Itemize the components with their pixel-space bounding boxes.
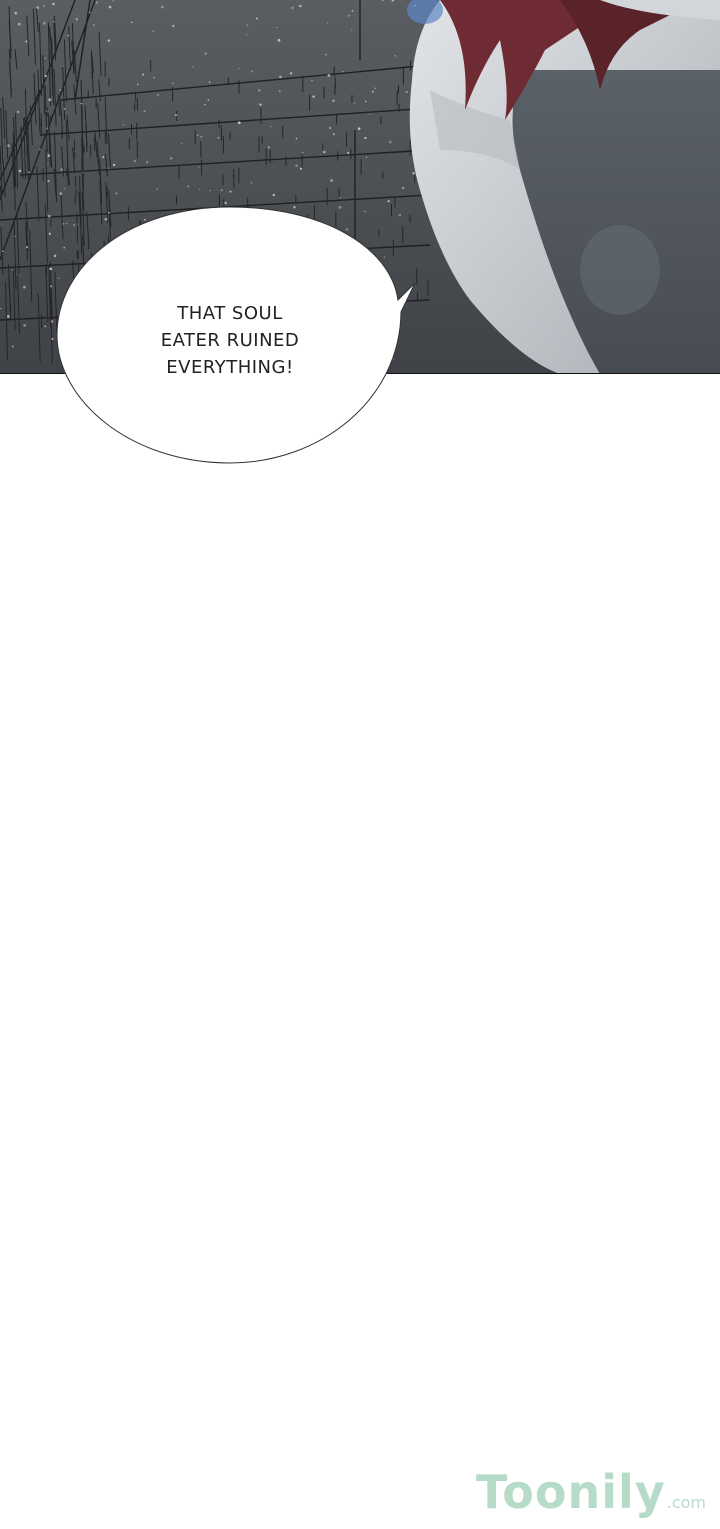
dialogue-line: EVERYTHING! bbox=[166, 357, 294, 378]
panel-border bbox=[0, 373, 720, 374]
watermark-suffix: .com bbox=[666, 1493, 706, 1512]
dialogue-line: THAT SOUL bbox=[177, 303, 283, 324]
dialogue-line: EATER RUINED bbox=[160, 330, 300, 351]
dialogue-text: THAT SOUL EATER RUINED EVERYTHING! bbox=[110, 300, 350, 381]
watermark-name: Toonily bbox=[475, 1465, 666, 1519]
panel-artwork bbox=[0, 0, 720, 374]
site-watermark: Toonily .com bbox=[476, 1465, 706, 1521]
comic-panel bbox=[0, 0, 720, 374]
